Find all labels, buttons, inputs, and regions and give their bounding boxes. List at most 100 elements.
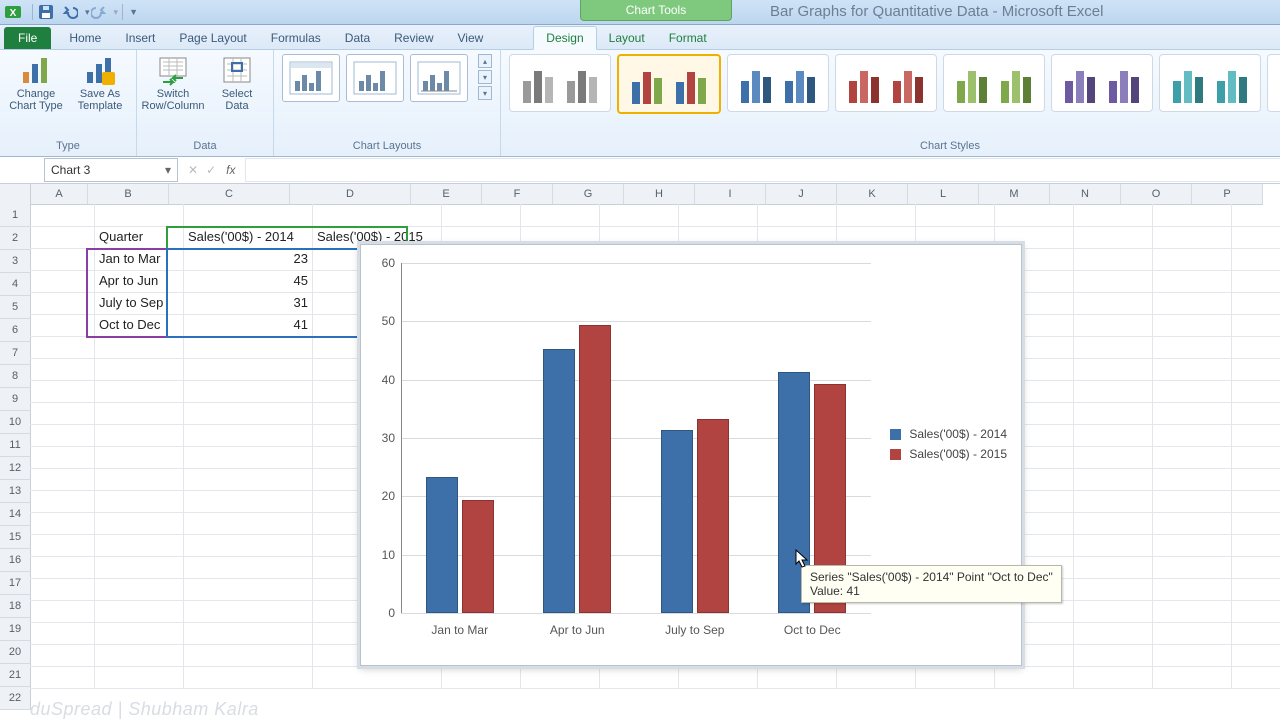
cell[interactable]: [1153, 622, 1232, 645]
formula-input[interactable]: [245, 158, 1280, 182]
cell[interactable]: [1153, 556, 1232, 579]
tab-review[interactable]: Review: [382, 27, 445, 49]
column-header[interactable]: C: [169, 184, 290, 205]
cell[interactable]: [1074, 292, 1153, 315]
cell[interactable]: [95, 336, 184, 359]
column-header[interactable]: L: [908, 184, 979, 205]
bar[interactable]: [661, 430, 693, 613]
cell[interactable]: [1074, 644, 1153, 667]
chart-style-option[interactable]: [1267, 54, 1280, 112]
bar[interactable]: [543, 349, 575, 614]
row-header[interactable]: 6: [0, 319, 31, 342]
row-header[interactable]: 13: [0, 480, 31, 503]
cell[interactable]: [30, 600, 95, 623]
tab-design[interactable]: Design: [533, 26, 596, 50]
cell[interactable]: [1232, 226, 1280, 249]
redo-dropdown-icon[interactable]: ▾: [114, 7, 119, 18]
cell[interactable]: [184, 490, 313, 513]
cell[interactable]: [184, 556, 313, 579]
cell[interactable]: [600, 666, 679, 689]
cell[interactable]: [95, 446, 184, 469]
cell[interactable]: [1153, 248, 1232, 271]
cell[interactable]: [30, 512, 95, 535]
cell[interactable]: [30, 336, 95, 359]
cell[interactable]: [1074, 358, 1153, 381]
cell[interactable]: [1153, 600, 1232, 623]
cell[interactable]: [1074, 336, 1153, 359]
cell[interactable]: [30, 578, 95, 601]
cell[interactable]: [1074, 424, 1153, 447]
row-header[interactable]: 20: [0, 641, 31, 664]
cell[interactable]: [837, 204, 916, 227]
cell[interactable]: [600, 204, 679, 227]
cell[interactable]: [1232, 446, 1280, 469]
tab-formulas[interactable]: Formulas: [259, 27, 333, 49]
cell[interactable]: [1232, 490, 1280, 513]
cell[interactable]: [1153, 226, 1232, 249]
bar[interactable]: [426, 477, 458, 613]
cell[interactable]: [995, 204, 1074, 227]
cell[interactable]: [30, 204, 95, 227]
column-header[interactable]: E: [411, 184, 482, 205]
column-header[interactable]: I: [695, 184, 766, 205]
cell[interactable]: [1074, 248, 1153, 271]
cell[interactable]: [1074, 204, 1153, 227]
cell[interactable]: [1153, 446, 1232, 469]
cell[interactable]: [1232, 666, 1280, 689]
column-header[interactable]: O: [1121, 184, 1192, 205]
row-header[interactable]: 1: [0, 204, 31, 227]
cell[interactable]: [1232, 556, 1280, 579]
cell[interactable]: [30, 226, 95, 249]
tab-view[interactable]: View: [446, 27, 496, 49]
cell[interactable]: [30, 644, 95, 667]
cell[interactable]: [313, 204, 442, 227]
cell[interactable]: [184, 600, 313, 623]
cell[interactable]: [1153, 358, 1232, 381]
row-header[interactable]: 11: [0, 434, 31, 457]
cell[interactable]: [1074, 556, 1153, 579]
column-header[interactable]: K: [837, 184, 908, 205]
row-header[interactable]: 4: [0, 273, 31, 296]
name-box-dropdown-icon[interactable]: ▾: [165, 163, 171, 177]
cell[interactable]: [1074, 468, 1153, 491]
cell[interactable]: [1153, 490, 1232, 513]
cell[interactable]: [30, 556, 95, 579]
cell[interactable]: [184, 578, 313, 601]
cell[interactable]: [184, 358, 313, 381]
tab-file[interactable]: File: [4, 27, 51, 49]
cell[interactable]: [1153, 424, 1232, 447]
row-header[interactable]: 17: [0, 572, 31, 595]
cell[interactable]: [1153, 336, 1232, 359]
cell[interactable]: [313, 666, 442, 689]
column-header[interactable]: H: [624, 184, 695, 205]
bar[interactable]: [697, 419, 729, 614]
cell[interactable]: [184, 424, 313, 447]
cell[interactable]: [1232, 512, 1280, 535]
cell[interactable]: [184, 644, 313, 667]
row-header[interactable]: 18: [0, 595, 31, 618]
chart-style-option[interactable]: [727, 54, 829, 112]
cell[interactable]: [837, 666, 916, 689]
column-header[interactable]: F: [482, 184, 553, 205]
cell[interactable]: [184, 402, 313, 425]
cell[interactable]: [30, 622, 95, 645]
row-header[interactable]: 9: [0, 388, 31, 411]
cell[interactable]: [1232, 644, 1280, 667]
cell[interactable]: [184, 468, 313, 491]
row-header[interactable]: 14: [0, 503, 31, 526]
row-header[interactable]: 7: [0, 342, 31, 365]
worksheet[interactable]: ABCDEFGHIJKLMNOP 12345678910111213141516…: [0, 184, 1280, 720]
save-icon[interactable]: [37, 3, 55, 21]
chart-legend[interactable]: Sales('00$) - 2014Sales('00$) - 2015: [890, 421, 1007, 467]
cell[interactable]: [521, 204, 600, 227]
chart-style-option[interactable]: [617, 54, 721, 114]
cell[interactable]: [521, 666, 600, 689]
cell[interactable]: [1153, 380, 1232, 403]
row-header[interactable]: 5: [0, 296, 31, 319]
row-header[interactable]: 19: [0, 618, 31, 641]
redo-icon[interactable]: [90, 3, 108, 21]
cell[interactable]: [758, 666, 837, 689]
tab-format[interactable]: Format: [657, 27, 719, 49]
cell[interactable]: [1232, 314, 1280, 337]
qat-customize-icon[interactable]: ▼: [129, 7, 138, 17]
